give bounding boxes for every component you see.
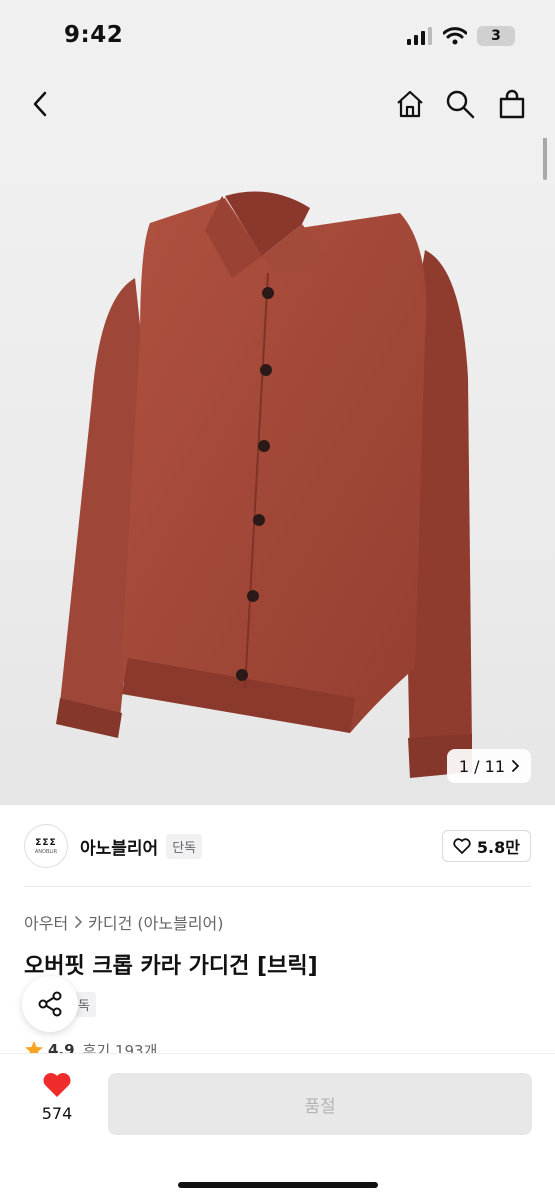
- cart-button[interactable]: [492, 84, 532, 124]
- breadcrumb-cardigan[interactable]: 카디건 (아노블리어): [88, 910, 223, 934]
- product-image-carousel[interactable]: [0, 138, 555, 805]
- brand-logo[interactable]: ΣΣΣ ANOBLIR: [24, 824, 68, 868]
- heart-filled-icon: [43, 1073, 71, 1097]
- home-indicator: [178, 1182, 378, 1188]
- breadcrumb-outer[interactable]: 아우터: [24, 910, 68, 934]
- status-bar: 9:42 3: [0, 0, 555, 72]
- back-chevron-icon: [33, 91, 47, 117]
- wishlist-button[interactable]: 574: [26, 1072, 88, 1123]
- status-icons: 3: [407, 26, 515, 46]
- image-counter-label: 1 / 11: [458, 756, 505, 776]
- brand-like-button[interactable]: 5.8만: [441, 830, 531, 862]
- brand-logo-mark: ΣΣΣ: [35, 837, 57, 848]
- heart-outline-icon: [453, 838, 471, 854]
- search-icon: [446, 90, 475, 119]
- wifi-icon: [443, 27, 467, 45]
- image-counter[interactable]: 1 / 11: [446, 749, 531, 783]
- exclusive-badge: 단독: [166, 833, 203, 859]
- brand-like-count: 5.8만: [476, 838, 520, 857]
- share-icon: [38, 991, 62, 1017]
- status-time: 9:42: [64, 22, 124, 48]
- home-button[interactable]: [390, 84, 430, 124]
- share-button[interactable]: [22, 976, 78, 1032]
- nav-bar: [0, 72, 555, 138]
- home-icon: [397, 90, 423, 118]
- brand-name[interactable]: 아노블리어: [80, 834, 158, 859]
- brand-row: ΣΣΣ ANOBLIR 아노블리어 단독 5.8만: [24, 822, 531, 870]
- product-title: 오버핏 크롭 카라 가디건 [브릭]: [24, 954, 318, 979]
- breadcrumb: 아우터 카디건 (아노블리어): [24, 910, 224, 934]
- cellular-signal-icon: [407, 27, 432, 45]
- brand-logo-word: ANOBLIR: [34, 848, 58, 855]
- scroll-indicator[interactable]: [543, 138, 547, 180]
- chevron-right-icon: [512, 760, 519, 772]
- sold-out-button[interactable]: 품절: [108, 1073, 532, 1135]
- search-button[interactable]: [440, 84, 480, 124]
- wishlist-count: 574: [41, 1104, 73, 1123]
- breadcrumb-chevron-icon: [75, 916, 83, 928]
- shopping-bag-icon: [499, 89, 525, 119]
- bottom-action-bar: 574 품절: [0, 1053, 555, 1200]
- battery-icon: 3: [477, 26, 515, 46]
- divider: [24, 886, 531, 887]
- product-cardigan-image: [56, 191, 472, 778]
- back-button[interactable]: [20, 84, 60, 124]
